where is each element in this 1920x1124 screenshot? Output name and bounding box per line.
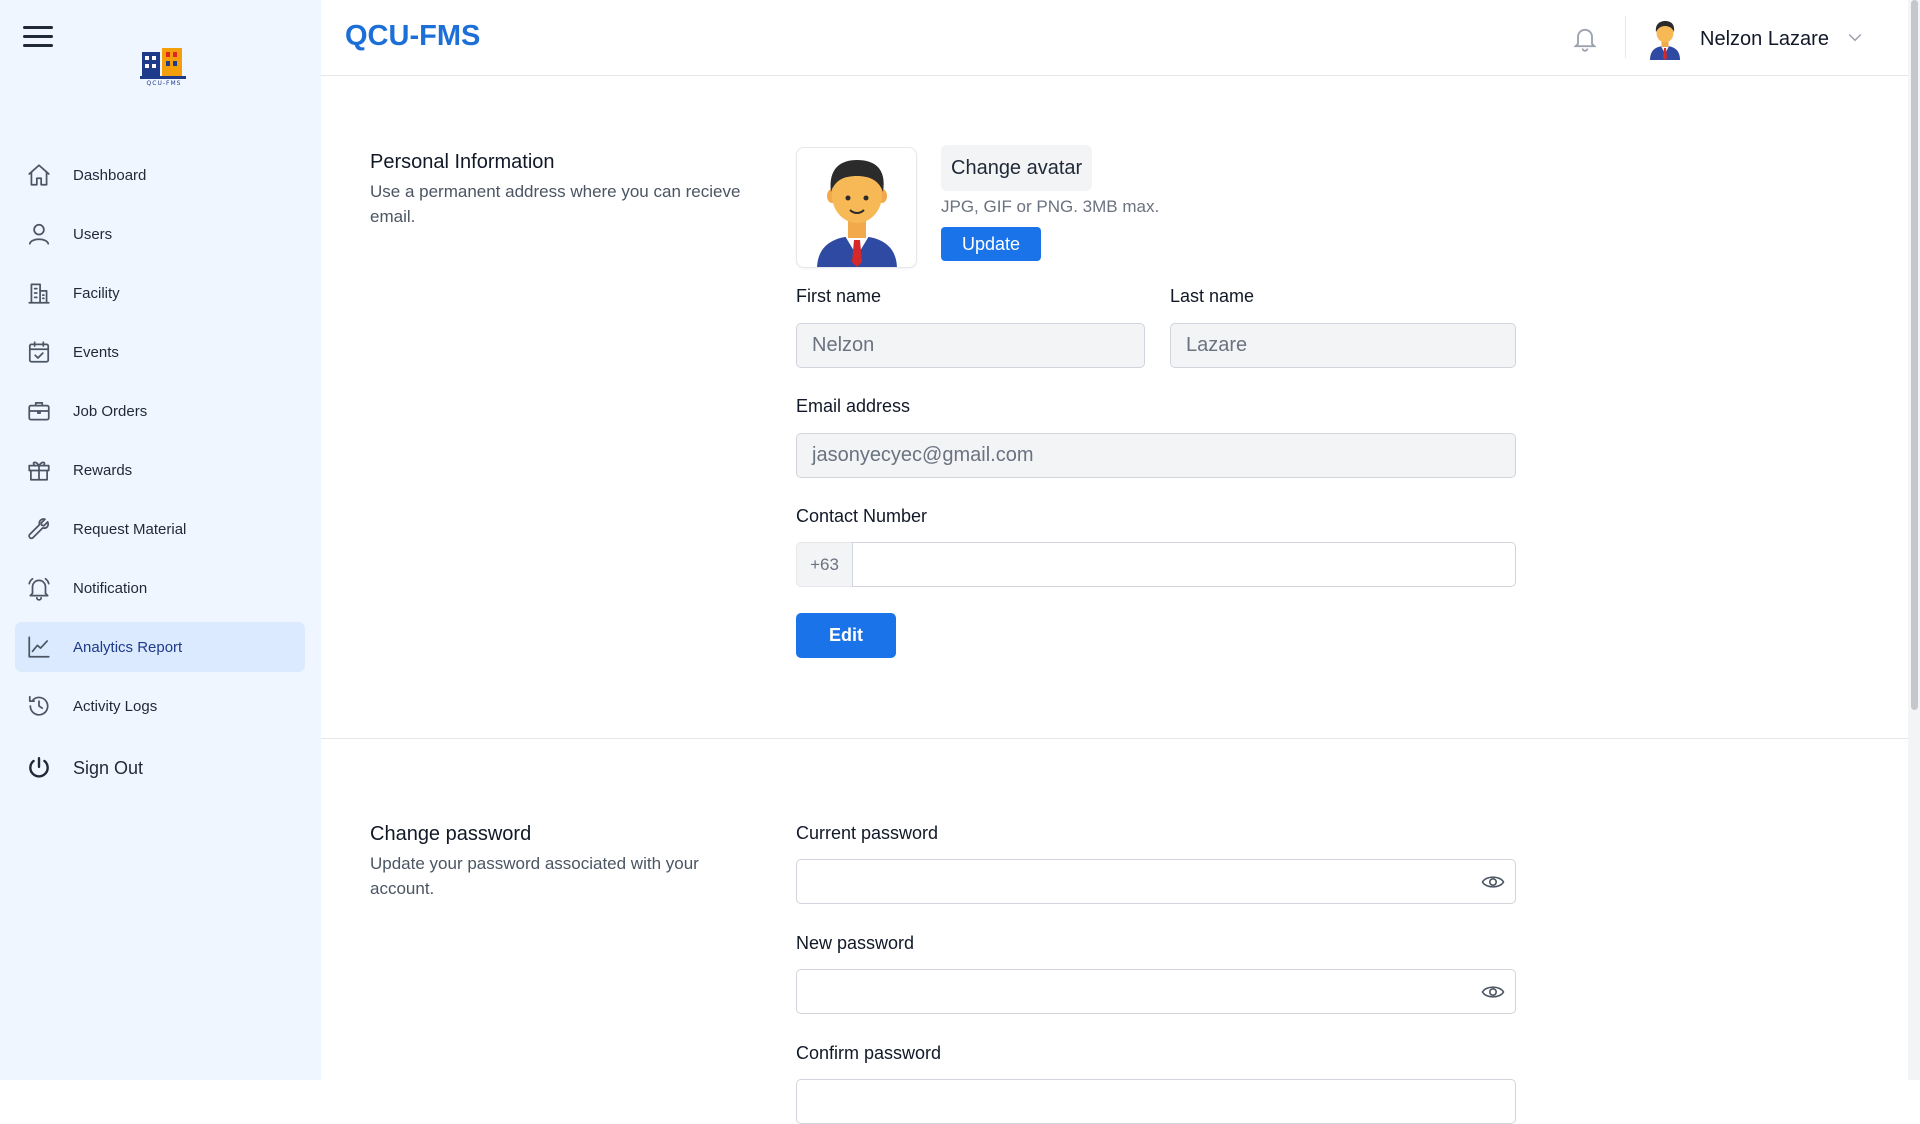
change-password-title: Change password [370,823,532,845]
sidebar-item-job-orders[interactable]: Job Orders [15,386,305,436]
sidebar: QCU-FMS Dashboard Users Facility Events … [0,0,321,1080]
sidebar-item-label: Job Orders [73,402,148,420]
user-name: Nelzon Lazare [1700,27,1829,50]
new-password-field[interactable] [796,969,1516,1014]
logo-caption: QCU-FMS [146,80,182,87]
avatar [1650,21,1680,60]
email-field[interactable]: jasonyecyec@gmail.com [796,433,1516,478]
user-menu[interactable]: Nelzon Lazare [1646,18,1865,60]
email-label: Email address [796,396,911,416]
briefcase-icon [26,398,52,424]
sign-out-button[interactable]: Sign Out [15,740,305,796]
sidebar-item-label: Events [73,343,119,361]
profile-avatar [796,147,917,268]
personal-info-description: Use a permanent address where you can re… [370,182,741,226]
sidebar-item-facility[interactable]: Facility [15,268,305,318]
change-avatar-button[interactable]: Change avatar [941,145,1093,191]
current-password-label: Current password [796,823,939,843]
country-code-prefix: +63 [796,542,852,587]
main-content: Personal Information Use a permanent add… [321,77,1908,1124]
show-password-eye-icon[interactable] [1481,871,1505,893]
bell-icon [26,575,52,601]
change-password-description: Update your password associated with you… [370,854,699,898]
confirm-password-label: Confirm password [796,1043,942,1063]
sidebar-nav: Dashboard Users Facility Events Job Orde… [15,150,305,805]
first-name-field[interactable]: Nelzon [796,323,1145,368]
first-name-label: First name [796,286,882,306]
app-title: QCU-FMS [345,20,481,52]
update-avatar-button[interactable]: Update [941,227,1041,261]
contact-number-label: Contact Number [796,506,928,526]
history-icon [26,693,52,719]
gift-icon [26,457,52,483]
power-icon [26,755,52,781]
sidebar-item-label: Facility [73,284,120,302]
sign-out-label: Sign Out [73,757,144,778]
menu-toggle-button[interactable] [23,26,53,50]
top-header: QCU-FMS Nelzon Lazare [321,0,1908,76]
last-name-label: Last name [1170,286,1255,306]
sidebar-item-label: Users [73,225,113,243]
wrench-icon [26,516,52,542]
sidebar-item-dashboard[interactable]: Dashboard [15,150,305,200]
edit-button[interactable]: Edit [796,613,896,658]
confirm-password-field[interactable] [796,1079,1516,1124]
calendar-check-icon [26,339,52,365]
sidebar-item-rewards[interactable]: Rewards [15,445,305,495]
sidebar-item-label: Request Material [73,520,187,538]
sidebar-item-activity-logs[interactable]: Activity Logs [15,681,305,731]
sidebar-item-label: Rewards [73,461,133,479]
chevron-down-icon [1845,27,1865,52]
building-icon [26,280,52,306]
notifications-bell-icon[interactable] [1571,24,1599,52]
sidebar-item-analytics-report[interactable]: Analytics Report [15,622,305,672]
sidebar-item-request-material[interactable]: Request Material [15,504,305,554]
sidebar-item-events[interactable]: Events [15,327,305,377]
show-password-eye-icon[interactable] [1481,981,1505,1003]
avatar-hint: JPG, GIF or PNG. 3MB max. [941,197,1160,216]
scrollbar-thumb[interactable] [1911,0,1918,710]
last-name-field[interactable]: Lazare [1170,323,1516,368]
personal-info-title: Personal Information [370,151,555,173]
section-divider [321,738,1908,739]
user-icon [26,221,52,247]
sidebar-item-label: Analytics Report [73,638,183,656]
sidebar-item-users[interactable]: Users [15,209,305,259]
sidebar-item-label: Notification [73,579,148,597]
current-password-field[interactable] [796,859,1516,904]
header-divider [1625,16,1626,58]
page-scrollbar[interactable] [1908,0,1920,1080]
sidebar-item-label: Activity Logs [73,697,158,715]
home-icon [26,162,52,188]
sidebar-item-notification[interactable]: Notification [15,563,305,613]
chart-line-icon [26,634,52,660]
contact-number-field[interactable] [852,542,1516,587]
sidebar-item-label: Dashboard [73,166,147,184]
new-password-label: New password [796,933,915,953]
